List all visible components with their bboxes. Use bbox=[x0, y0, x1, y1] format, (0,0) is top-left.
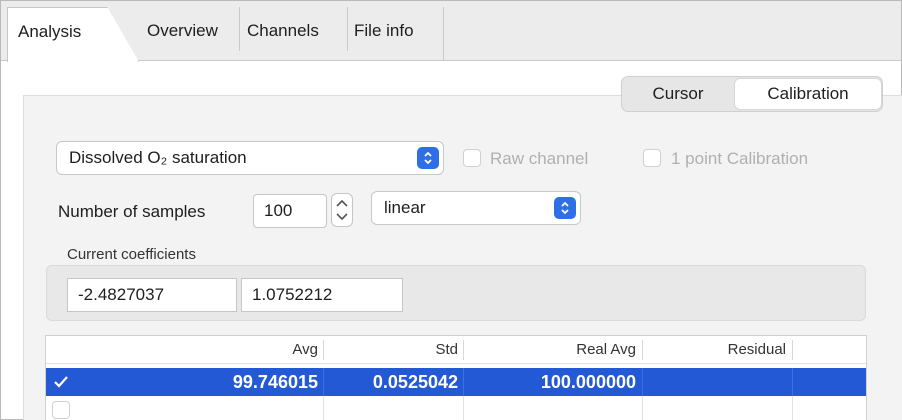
calibration-segment[interactable]: Calibration bbox=[734, 78, 882, 110]
column-divider bbox=[792, 368, 793, 396]
coefficient-a-field[interactable]: -2.4827037 bbox=[67, 278, 237, 312]
one-point-calibration-checkbox[interactable] bbox=[643, 149, 661, 167]
row-checkbox-checked[interactable] bbox=[52, 373, 70, 391]
header-real-avg: Real Avg bbox=[576, 341, 636, 358]
table-row[interactable]: 99.746015 0.0525042 100.000000 bbox=[46, 368, 866, 396]
header-residual: Residual bbox=[727, 341, 786, 358]
tab-divider bbox=[443, 7, 444, 61]
header-avg: Avg bbox=[292, 341, 318, 358]
tab-divider bbox=[239, 7, 240, 51]
samples-input[interactable]: 100 bbox=[253, 194, 327, 228]
chevron-updown-icon bbox=[554, 197, 576, 219]
tab-overview[interactable]: Overview bbox=[147, 7, 218, 61]
column-divider bbox=[323, 396, 324, 420]
column-divider bbox=[463, 368, 464, 396]
column-divider bbox=[463, 396, 464, 420]
table-header: Avg Std Real Avg Residual bbox=[46, 336, 866, 364]
row-checkbox[interactable] bbox=[52, 401, 70, 419]
samples-label: Number of samples bbox=[58, 202, 206, 221]
tab-bar: Analysis Overview Channels File info bbox=[1, 1, 901, 62]
mode-segmented-control: Cursor Calibration bbox=[621, 76, 883, 112]
window: Analysis Overview Channels File info Cur… bbox=[0, 0, 902, 420]
tab-analysis[interactable]: Analysis bbox=[7, 7, 139, 62]
cell-real-avg: 100.000000 bbox=[540, 372, 636, 392]
channel-popup-value: Dissolved O₂ saturation bbox=[69, 148, 247, 167]
column-divider bbox=[792, 396, 793, 420]
raw-channel-label: Raw channel bbox=[490, 149, 589, 168]
fit-type-popup[interactable]: linear bbox=[371, 191, 581, 225]
coefficient-a-value: -2.4827037 bbox=[78, 285, 165, 304]
tab-file-info-label: File info bbox=[354, 21, 414, 40]
tab-analysis-label: Analysis bbox=[18, 22, 82, 41]
header-std: Std bbox=[435, 341, 458, 358]
table-row[interactable] bbox=[46, 396, 866, 420]
tab-channels[interactable]: Channels bbox=[247, 7, 319, 61]
calibration-segment-label: Calibration bbox=[767, 84, 849, 103]
raw-channel-checkbox[interactable] bbox=[463, 149, 481, 167]
cursor-segment[interactable]: Cursor bbox=[622, 77, 734, 111]
cursor-segment-label: Cursor bbox=[652, 84, 704, 103]
cell-std: 0.0525042 bbox=[372, 372, 458, 392]
column-divider bbox=[642, 368, 643, 396]
samples-value: 100 bbox=[264, 201, 293, 220]
column-divider bbox=[323, 340, 324, 360]
column-divider bbox=[323, 368, 324, 396]
samples-stepper[interactable] bbox=[331, 193, 353, 227]
fit-type-value: linear bbox=[384, 198, 426, 217]
one-point-calibration-label: 1 point Calibration bbox=[671, 149, 809, 168]
coefficient-b-value: 1.0752212 bbox=[252, 285, 333, 304]
column-divider bbox=[642, 396, 643, 420]
channel-popup[interactable]: Dissolved O₂ saturation bbox=[56, 141, 444, 175]
column-divider bbox=[463, 340, 464, 360]
coefficients-label: Current coefficients bbox=[67, 246, 196, 263]
tab-channels-label: Channels bbox=[247, 21, 319, 40]
coefficient-b-field[interactable]: 1.0752212 bbox=[241, 278, 403, 312]
stepper-arrows-icon bbox=[336, 199, 348, 221]
tab-file-info[interactable]: File info bbox=[354, 7, 414, 61]
column-divider bbox=[792, 340, 793, 360]
checkmark-icon bbox=[54, 376, 68, 388]
calibration-table: Avg Std Real Avg Residual 99.746015 0.05… bbox=[45, 335, 867, 420]
cell-avg: 99.746015 bbox=[232, 372, 318, 392]
tab-divider bbox=[347, 7, 348, 51]
column-divider bbox=[642, 340, 643, 360]
chevron-updown-icon bbox=[417, 147, 439, 169]
tab-overview-label: Overview bbox=[147, 21, 218, 40]
